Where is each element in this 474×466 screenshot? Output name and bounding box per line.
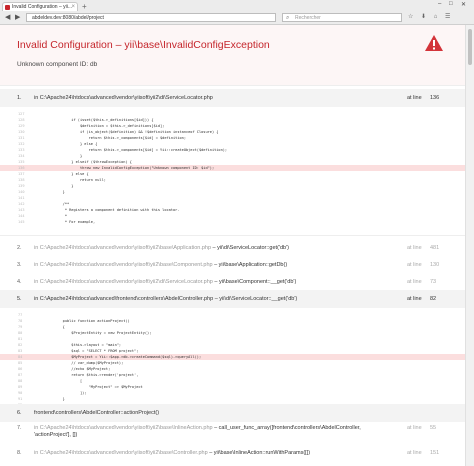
page-title: Invalid Configuration – yii\base\Invalid…: [17, 39, 270, 51]
frame-file: in C:\Apache24\htdocs\advanced\vendor\yi…: [34, 273, 296, 291]
frame-call: – call_user_func_array([frontend\control…: [212, 425, 361, 431]
frame-line-label: at line: [407, 262, 422, 268]
navigation-bar: ◀ ▶ abdeldev.dev:8080/abdel/project ⌕ Re…: [0, 12, 474, 24]
error-header: Invalid Configuration – yii\base\Invalid…: [0, 25, 466, 86]
scrollbar[interactable]: [465, 25, 474, 466]
tab-title: Invalid Configuration – yii...: [12, 4, 73, 10]
exception-class-link[interactable]: yii\base\InvalidConfigException: [124, 39, 269, 51]
stack-frame-7[interactable]: 7. in C:\Apache24\htdocs\advanced\vendor…: [0, 423, 466, 443]
frame-number: 3.: [17, 262, 22, 268]
frame-call: frontend\controllers\AbdelController::ac…: [34, 410, 160, 416]
frame-number: 2.: [17, 245, 22, 251]
frame-call: – yii\di\ServiceLocator::get('db'): [211, 245, 289, 251]
frame-path: in C:\Apache24\htdocs\advanced\frontend\…: [34, 296, 214, 302]
minimize-button[interactable]: –: [438, 1, 441, 7]
frame-line-label: at line: [407, 245, 422, 251]
frame-line-number: 481: [430, 245, 440, 251]
frame-call: – yii\base\Application::getDb(): [212, 262, 288, 268]
frame-line-number: 151: [430, 450, 440, 456]
frame-line-number: 82: [430, 296, 437, 302]
favicon-icon: [5, 5, 10, 10]
warning-icon: [425, 35, 443, 51]
search-icon: ⌕: [286, 15, 290, 21]
scrollbar-thumb[interactable]: [468, 29, 472, 65]
frame-number: 1.: [17, 95, 22, 101]
frame-line-label: at line: [407, 279, 422, 285]
error-title: Invalid Configuration: [17, 39, 113, 51]
frame-number: 5.: [17, 296, 22, 302]
frame-path: in C:\Apache24\htdocs\advanced\vendor\yi…: [34, 425, 213, 431]
frame-path: in C:\Apache24\htdocs\advanced\vendor\yi…: [34, 262, 213, 268]
frame-path: in C:\Apache24\htdocs\advanced\vendor\yi…: [34, 450, 208, 456]
code-line: 145 * For example,: [0, 219, 466, 225]
stack-frame-2[interactable]: 2. in C:\Apache24\htdocs\advanced\vendor…: [0, 239, 466, 257]
frame-file: in C:\Apache24\htdocs\advanced\frontend\…: [34, 290, 297, 308]
frame-path: in C:\Apache24\htdocs\advanced\vendor\yi…: [34, 245, 212, 251]
code-text: * For example,: [54, 220, 96, 224]
frame-call-continued: 'actionProject'], []): [34, 432, 78, 438]
frame-call: – yii\base\InlineAction::runWithParams([…: [207, 450, 311, 456]
close-window-button[interactable]: ✕: [461, 1, 466, 8]
code-snippet-5: 77 78 public function actionProject() 79 {…: [0, 309, 466, 413]
frame-line-number: 136: [430, 95, 440, 101]
code-snippet-1: 127 128 if (isset($this->_definitions[$id…: [0, 108, 466, 236]
frame-file: in C:\Apache24\htdocs\advanced\vendor\yi…: [34, 256, 287, 274]
back-icon[interactable]: ◀: [5, 13, 10, 21]
frame-call: – yii\di\ServiceLocator::__get('db'): [213, 296, 298, 302]
frame-line-number: 130: [430, 262, 440, 268]
title-separator: –: [112, 39, 125, 51]
frame-file: in C:\Apache24\htdocs\advanced\vendor\yi…: [34, 239, 289, 257]
toolbar-icons[interactable]: ☆ ⬇ ⌂ ☰: [408, 13, 453, 20]
frame-line-number: 73: [430, 279, 437, 285]
stack-frame-4[interactable]: 4. in C:\Apache24\htdocs\advanced\vendor…: [0, 273, 466, 291]
browser-tab[interactable]: Invalid Configuration – yii... ×: [2, 2, 78, 11]
stack-frame-1[interactable]: 1. in C:\Apache24\htdocs\advanced\vendor…: [0, 89, 466, 107]
frame-file: in C:\Apache24\htdocs\advanced\vendor\yi…: [34, 444, 310, 462]
stack-frame-8[interactable]: 8. in C:\Apache24\htdocs\advanced\vendor…: [0, 444, 466, 462]
browser-chrome: Invalid Configuration – yii... × + – □ ✕…: [0, 0, 474, 25]
search-placeholder: Rechercher: [295, 15, 321, 21]
frame-line-label: at line: [407, 450, 422, 456]
frame-call: – yii\base\Component::__get('db'): [212, 279, 297, 285]
frame-line-number: 55: [430, 425, 437, 431]
frame-line-label: at line: [407, 296, 422, 302]
close-tab-icon[interactable]: ×: [71, 3, 75, 11]
stack-frame-6[interactable]: 6. frontend\controllers\AbdelController:…: [0, 404, 466, 422]
frame-number: 4.: [17, 279, 22, 285]
frame-path: in C:\Apache24\htdocs\advanced\vendor\yi…: [34, 279, 213, 285]
frame-file: in C:\Apache24\htdocs\advanced\vendor\yi…: [34, 425, 361, 439]
maximize-button[interactable]: □: [449, 1, 453, 7]
frame-number: 6.: [17, 410, 22, 416]
frame-number: 8.: [17, 450, 22, 456]
stack-frame-3[interactable]: 3. in C:\Apache24\htdocs\advanced\vendor…: [0, 256, 466, 274]
frame-line-label: at line: [407, 425, 422, 431]
new-tab-button[interactable]: +: [82, 2, 87, 11]
line-number: 145: [18, 220, 25, 224]
forward-icon[interactable]: ▶: [15, 13, 20, 21]
error-message: Unknown component ID: db: [17, 61, 98, 68]
search-input[interactable]: ⌕ Rechercher: [282, 13, 402, 22]
frame-line-label: at line: [407, 95, 422, 101]
url-bar[interactable]: abdeldev.dev:8080/abdel/project: [26, 13, 276, 22]
frame-file: in C:\Apache24\htdocs\advanced\vendor\yi…: [34, 95, 213, 101]
stack-frame-5[interactable]: 5. in C:\Apache24\htdocs\advanced\fronte…: [0, 290, 466, 308]
frame-number: 7.: [17, 425, 22, 431]
